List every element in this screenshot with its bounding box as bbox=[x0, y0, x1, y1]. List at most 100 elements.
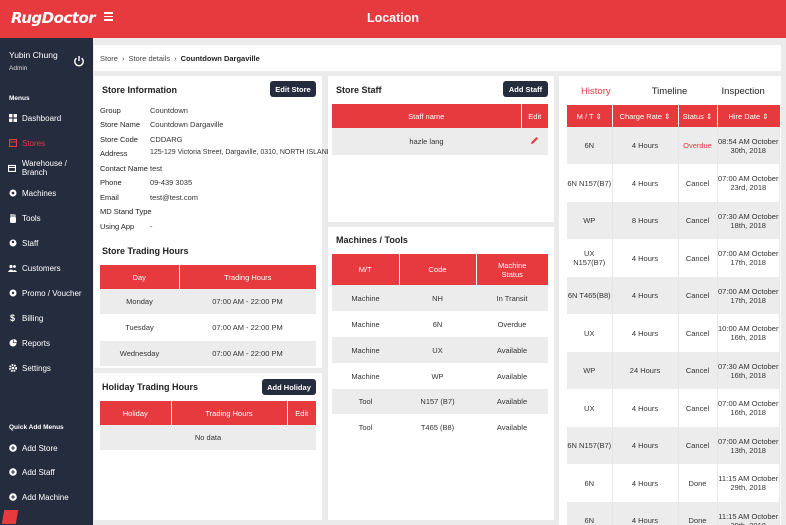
column-header[interactable]: Trading Hours bbox=[171, 401, 288, 425]
table-row: Tool T465 (B8) Available bbox=[332, 414, 548, 440]
table-row: Machine 6N Overdue bbox=[332, 311, 548, 337]
column-header-label: Charge Rate bbox=[619, 111, 663, 121]
holiday-hours-table: Holiday Trading Hours Edit No data bbox=[100, 401, 316, 450]
table-cell: 10:00 AM October 16th, 2018 bbox=[717, 314, 780, 352]
table-cell: 6N bbox=[399, 311, 476, 337]
add-staff-button[interactable]: Add Staff bbox=[503, 81, 548, 97]
table-cell: Tool bbox=[332, 414, 399, 440]
sidebar-item-machines[interactable]: Machines bbox=[0, 184, 93, 202]
holiday-trading-hours-card: Holiday Trading Hours Add Holiday Holida… bbox=[94, 373, 322, 520]
table-cell: 11:15 AM October 29th, 2018 bbox=[717, 502, 780, 525]
info-value: - bbox=[150, 222, 153, 231]
sidebar-item-label: Tools bbox=[22, 213, 41, 223]
promo-icon bbox=[8, 289, 17, 298]
sidebar-item-customers[interactable]: Customers bbox=[0, 259, 93, 277]
info-row-using-app: Using App - bbox=[100, 222, 153, 231]
info-key: Address bbox=[100, 149, 128, 158]
warehouse-icon bbox=[8, 164, 17, 173]
sort-icon: ⇕ bbox=[595, 111, 602, 121]
column-header[interactable]: Machine Status bbox=[476, 254, 548, 285]
breadcrumb-store[interactable]: Store bbox=[100, 54, 118, 63]
sidebar-item-dashboard[interactable]: Dashboard bbox=[0, 109, 93, 127]
table-cell: 4 Hours bbox=[612, 502, 679, 525]
sidebar-item-settings[interactable]: Settings bbox=[0, 359, 93, 377]
table-cell: 6N N157(B7) bbox=[567, 164, 613, 202]
info-value: Countdown Dargaville bbox=[150, 120, 224, 129]
info-row-address: Address 125-129 Victoria Street, Dargavil… bbox=[100, 149, 332, 158]
table-row: Wednesday 07:00 AM - 22:00 PM bbox=[100, 341, 316, 366]
machine-icon bbox=[8, 189, 17, 198]
table-row: UX N157(B7) 4 Hours Cancel 07:00 AM October… bbox=[567, 239, 780, 277]
sidebar-item-label: Reports bbox=[22, 338, 51, 348]
column-header[interactable]: Day bbox=[100, 265, 180, 289]
billing-icon: $ bbox=[9, 313, 15, 323]
sidebar-item-tools[interactable]: Tools bbox=[0, 209, 93, 227]
sidebar-item-billing[interactable]: $ Billing bbox=[0, 309, 93, 327]
column-header[interactable]: Edit bbox=[521, 104, 548, 128]
info-row-phone: Phone 09-439 3035 bbox=[100, 178, 192, 187]
table-cell: WP bbox=[567, 202, 613, 239]
column-header[interactable]: Trading Hours bbox=[179, 265, 316, 289]
history-table-scroll[interactable]: M / T ⇕ Charge Rate ⇕ Status ⇕ Hire Date… bbox=[567, 105, 780, 525]
column-header[interactable]: Hire Date ⇕ bbox=[717, 105, 780, 127]
table-cell: Available bbox=[476, 337, 548, 363]
trading-hours-table: Day Trading Hours Monday 07:00 AM - 22:0… bbox=[100, 265, 316, 366]
table-cell: Machine bbox=[332, 363, 399, 389]
table-row: WP 8 Hours Cancel 07:30 AM October 18th, 20… bbox=[567, 202, 780, 239]
column-header[interactable]: Code bbox=[399, 254, 477, 285]
sidebar-item-warehouse[interactable]: Warehouse / Branch bbox=[0, 159, 93, 177]
plus-circle-icon bbox=[8, 468, 17, 477]
sidebar-item-reports[interactable]: Reports bbox=[0, 334, 93, 352]
table-row: 6N T465(B8) 4 Hours Cancel 07:00 AM October… bbox=[567, 277, 780, 314]
status-cell: Cancel bbox=[678, 389, 718, 427]
table-cell: Machine bbox=[332, 311, 399, 337]
store-staff-card: Store Staff Add Staff Staff name Edit ha… bbox=[328, 76, 554, 222]
table-cell: UX bbox=[567, 389, 613, 427]
breadcrumb-store-details[interactable]: Store details bbox=[128, 54, 170, 63]
pencil-icon[interactable] bbox=[530, 136, 539, 145]
user-info: Yubin Chung Admin bbox=[9, 50, 58, 72]
quick-add-store[interactable]: Add Store bbox=[0, 439, 93, 457]
quick-add-section-title: Quick Add Menus bbox=[9, 424, 64, 431]
edit-cell bbox=[521, 128, 548, 155]
table-cell: 4 Hours bbox=[612, 277, 679, 314]
machines-tools-card: Machines / Tools M/T Code Machine Status… bbox=[328, 227, 554, 520]
table-row: hazle lang bbox=[332, 128, 548, 155]
sidebar-item-label: Machines bbox=[22, 188, 57, 198]
info-key: Phone bbox=[100, 178, 122, 187]
store-trading-hours-title: Store Trading Hours bbox=[102, 246, 189, 256]
table-row: UX 4 Hours Cancel 10:00 AM October 16th, 20… bbox=[567, 314, 780, 352]
tab-timeline[interactable]: Timeline bbox=[633, 82, 707, 102]
power-icon[interactable] bbox=[73, 55, 85, 67]
sidebar: Yubin Chung Admin Menus Dashboard Stores… bbox=[0, 38, 93, 525]
info-key: Using App bbox=[100, 222, 135, 231]
sidebar-item-stores[interactable]: Stores bbox=[0, 134, 93, 152]
breadcrumb-current: Countdown Dargaville bbox=[180, 53, 260, 63]
table-cell: Available bbox=[476, 363, 548, 389]
history-tabs: History Timeline Inspection bbox=[559, 82, 780, 102]
column-header[interactable]: M/T bbox=[332, 254, 400, 285]
column-header[interactable]: M / T ⇕ bbox=[567, 105, 613, 127]
quick-add-machine[interactable]: Add Machine bbox=[0, 488, 93, 506]
table-cell: 07:30 AM October 18th, 2018 bbox=[717, 202, 780, 239]
quick-add-staff[interactable]: Add Staff bbox=[0, 463, 93, 481]
column-header[interactable]: Status ⇕ bbox=[678, 105, 718, 127]
store-staff-title: Store Staff bbox=[336, 85, 382, 95]
column-header-label: M / T bbox=[576, 111, 594, 121]
column-header[interactable]: Holiday bbox=[100, 401, 172, 425]
sidebar-item-staff[interactable]: Staff bbox=[0, 234, 93, 252]
sidebar-item-label: Stores bbox=[22, 138, 46, 148]
user-role: Admin bbox=[9, 65, 28, 72]
column-header[interactable]: Staff name bbox=[332, 104, 522, 128]
table-row: WP 24 Hours Cancel 07:30 AM October 16th, 2… bbox=[567, 352, 780, 389]
sidebar-item-promo[interactable]: Promo / Voucher bbox=[0, 284, 93, 302]
add-holiday-button[interactable]: Add Holiday bbox=[262, 379, 316, 395]
tab-history[interactable]: History bbox=[559, 82, 633, 102]
edit-store-button[interactable]: Edit Store bbox=[270, 81, 316, 97]
tab-inspection[interactable]: Inspection bbox=[706, 82, 780, 102]
table-cell: 07:00 AM - 22:00 PM bbox=[179, 314, 316, 341]
table-cell: WP bbox=[567, 352, 613, 389]
column-header[interactable]: Edit bbox=[287, 401, 316, 425]
column-header[interactable]: Charge Rate ⇕ bbox=[612, 105, 679, 127]
breadcrumb-separator: › bbox=[174, 53, 177, 63]
